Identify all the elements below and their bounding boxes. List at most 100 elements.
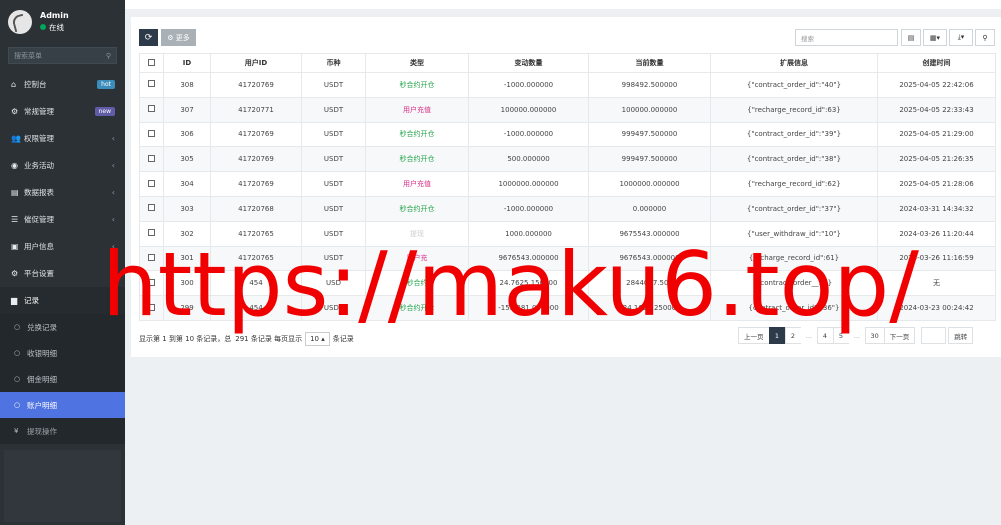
cell-change: -1000.000000 [468,72,589,98]
table-search-input[interactable]: 搜索 [795,29,898,46]
sidebar-item-8[interactable]: ▆ 记录 ⌄ [0,287,125,314]
sidebar-item-label: 用户信息 [24,242,54,251]
row-checkbox[interactable] [148,154,155,162]
select-all-checkbox[interactable] [148,58,155,66]
row-checkbox[interactable] [148,229,155,237]
cell-change: -15.5381.000000 [468,295,589,321]
sidebar-subitem-3[interactable]: ○ 账户明细 [0,392,125,418]
table-row[interactable]: 305 41720769 USDT 秒合约开仓 500.000000 999497.500… [139,146,996,173]
page-button[interactable]: 30 [864,327,885,344]
sidebar-subitem-2[interactable]: ○ 佣金明细 [0,366,125,392]
row-checkbox[interactable] [148,80,155,88]
row-checkbox[interactable] [148,303,155,311]
row-checkbox[interactable] [148,129,155,137]
page-button[interactable]: 4 [816,327,834,344]
table-row[interactable]: 307 41720771 USDT 用户充值 100000.000000 100000.0… [139,96,996,123]
column-header[interactable]: 用户ID [210,53,302,73]
row-checkbox[interactable] [148,278,155,286]
cell-current: 100000.000000 [588,96,711,123]
sidebar-search-input[interactable]: 搜索菜单 ⚲ [8,47,117,64]
cell-id: 307 [163,96,211,123]
sidebar-item-3[interactable]: ◉ 业务活动 ‹ [0,152,125,179]
pagination: 上一页 1 2... 4 5... 30 下一页 跳转 [738,327,974,344]
sidebar-subitem-label: 佣金明细 [27,374,57,384]
cell-change: -1000.000000 [468,195,589,222]
page-button[interactable]: 5 [832,327,850,344]
column-header[interactable]: 类型 [365,53,469,73]
cell-current: 9675543.000000 [588,220,711,247]
table-row[interactable]: 301 41720765 USDT 用户充 9676543.000000 9676543.… [139,245,996,272]
chevron-icon: ‹ [111,188,115,197]
sidebar-item-2[interactable]: 👥 权限管理 ‹ [0,125,125,152]
table-row[interactable]: 299 454 USDT 秒合约开仓 -15.5381.000000 24.1627.25… [139,295,996,321]
print-button[interactable]: ▤ [901,29,921,46]
column-header[interactable]: 当前数量 [588,53,711,73]
page-button[interactable]: 2 [784,327,802,344]
cell-uid: 41720768 [210,195,302,222]
sidebar-item-1[interactable]: ⚙ 常规管理 new [0,98,125,125]
table-row[interactable]: 304 41720769 USDT 用户充值 1000000.000000 1000000… [139,171,996,197]
page-size-select[interactable]: 10 ▴ [305,332,330,346]
table-row[interactable]: 302 41720765 USDT 提现 1000.000000 9675543.0000… [139,220,996,247]
search-toggle-button[interactable]: ⚲ [975,29,995,46]
sidebar-item-5[interactable]: ☰ 催促管理 ‹ [0,206,125,233]
table-row[interactable]: 308 41720769 USDT 秒合约开仓 -1000.000000 998492.5… [139,72,996,98]
column-header[interactable]: 扩展信息 [710,53,878,73]
cell-current: 9676543.000000 [588,245,711,272]
sidebar-item-0[interactable]: ⌂ 控制台 hot [0,71,125,98]
column-header[interactable]: 变动数量 [468,53,589,73]
row-select-cell [139,121,164,148]
sidebar: Admin 在线 搜索菜单 ⚲ ⌂ 控制台 hot ⚙ 常规管理 new 👥 权限管理 ‹ ◉ 业务… [0,0,125,525]
user-panel: Admin 在线 [0,0,125,43]
sidebar-item-6[interactable]: ▣ 用户信息 ‹ [0,233,125,260]
table-row[interactable]: 303 41720768 USDT 秒合约开仓 -1000.000000 0.000000… [139,195,996,222]
column-header[interactable]: 创建时间 [877,53,996,73]
circle-icon: ○ [14,401,21,409]
column-header[interactable]: 币种 [301,53,366,73]
row-select-cell [139,270,164,297]
cell-change: 1000.000000 [468,220,589,247]
sidebar-item-label: 权限管理 [24,134,54,143]
export-button[interactable]: ⤓▾ [949,29,973,46]
cell-time: 2025-04-05 21:29:00 [877,121,996,148]
sidebar-menu: ⌂ 控制台 hot ⚙ 常规管理 new 👥 权限管理 ‹ ◉ 业务活动 ‹ ▤ 数据报表 ‹ ☰ 催促管理 ‹ ▣… [0,71,125,444]
cell-time: 2024-03-26 11:16:59 [877,245,996,272]
sidebar-item-label: 提现操作 [27,426,57,436]
jump-button[interactable]: 跳转 [948,327,974,344]
columns-button[interactable]: ▦▾ [923,29,947,46]
cell-time: 无 [877,270,996,297]
cell-change: 9676543.000000 [468,245,589,272]
page-button[interactable]: 1 [768,327,786,344]
cell-type: 秒合约开仓 [365,72,469,98]
submenu-records: ○ 兑换记录 ○ 收银明细 ○ 佣金明细 ○ 账户明细 ¥ 提现操作 [0,314,125,444]
sidebar-subitem-0[interactable]: ○ 兑换记录 [0,314,125,340]
sidebar-item-label: 控制台 [24,80,47,89]
avatar [8,9,32,34]
row-checkbox[interactable] [148,204,155,212]
dashboard-icon: ⌂ [11,80,17,89]
chevron-icon: ⌄ [108,296,115,305]
next-page-button[interactable]: 下一页 [883,327,916,344]
sidebar-item-7[interactable]: ⚙ 平台设置 ‹ [0,260,125,287]
prev-page-button[interactable]: 上一页 [738,327,770,344]
cell-current: 2844097.500 [588,270,711,297]
table-row[interactable]: 300 454 USD 秒合约 24.7625.150000 2844097.500 {co… [139,270,996,297]
cell-id: 299 [163,295,211,321]
row-checkbox[interactable] [148,105,155,113]
table-row[interactable]: 306 41720769 USDT 秒合约开仓 -1000.000000 999497.5… [139,121,996,148]
sidebar-item-withdraw[interactable]: ¥ 提现操作 [0,418,125,444]
cell-current: 0.000000 [588,195,711,222]
row-checkbox[interactable] [148,253,155,261]
list-icon: ☰ [11,215,19,224]
sidebar-subitem-label: 账户明细 [27,400,57,410]
chevron-icon: ‹ [111,215,115,224]
sidebar-subitem-1[interactable]: ○ 收银明细 [0,340,125,366]
sidebar-item-4[interactable]: ▤ 数据报表 ‹ [0,179,125,206]
sidebar-item-label: 记录 [24,296,39,305]
more-button[interactable]: ⚙ 更多 [161,29,196,46]
cell-coin: USDT [301,121,366,148]
row-checkbox[interactable] [148,179,155,187]
refresh-button[interactable]: ⟳ [139,29,158,46]
column-header[interactable]: ID [163,53,211,73]
jump-page-input[interactable] [921,327,947,344]
